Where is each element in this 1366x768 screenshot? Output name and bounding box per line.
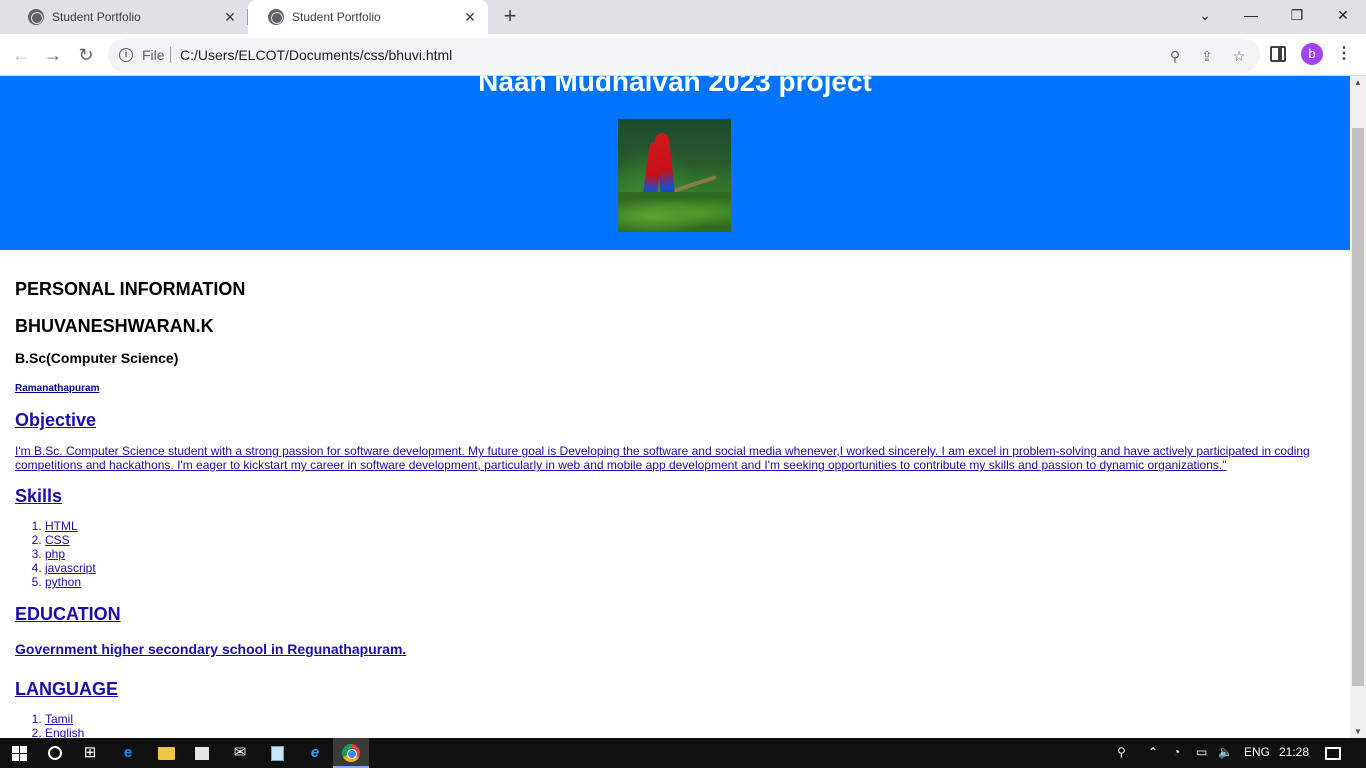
url-text[interactable]: C:/Users/ELCOT/Documents/css/bhuvi.html — [180, 47, 452, 63]
wifi-icon[interactable]: ◔ — [1173, 745, 1180, 759]
folder-icon — [158, 747, 175, 760]
reload-icon[interactable]: ↻ — [73, 42, 99, 68]
people-icon[interactable]: ⚲ — [1117, 745, 1126, 759]
window-close-button[interactable]: ✕ — [1320, 0, 1366, 30]
search-button[interactable] — [43, 741, 67, 765]
list-item[interactable]: HTML — [45, 519, 96, 533]
school-link[interactable]: Government higher secondary school in Re… — [15, 641, 406, 657]
notes-button[interactable] — [265, 741, 289, 765]
scheme-label: File — [142, 47, 165, 63]
input-language[interactable]: ENG — [1244, 745, 1270, 759]
globe-icon — [268, 9, 284, 25]
student-name: BHUVANESHWARAN.K — [15, 316, 214, 336]
start-button[interactable] — [8, 741, 32, 765]
chrome-taskbar-button[interactable] — [333, 738, 369, 768]
tab-search-chevron-icon[interactable]: ⌄ — [1182, 0, 1228, 30]
zoom-icon[interactable]: ⚲ — [1166, 47, 1184, 65]
close-icon[interactable]: ✕ — [222, 9, 238, 25]
language-link[interactable]: English — [45, 726, 84, 738]
skills-heading-link[interactable]: Skills — [15, 486, 62, 507]
search-icon — [48, 746, 62, 760]
chrome-icon — [342, 744, 360, 762]
scroll-down-arrow-icon[interactable]: ▼ — [1354, 727, 1362, 736]
list-item[interactable]: javascript — [45, 561, 96, 575]
share-icon[interactable]: ⇪ — [1198, 47, 1216, 65]
forward-arrow-icon[interactable]: → — [40, 42, 66, 68]
side-panel-icon[interactable] — [1270, 46, 1286, 62]
notes-icon — [271, 746, 284, 761]
hero-banner: Naan Mudhalvan 2023 project — [0, 76, 1350, 250]
battery-icon[interactable]: ▭ — [1196, 745, 1207, 759]
clock[interactable]: 21:28 — [1279, 745, 1309, 759]
mail-icon[interactable]: ✉ — [228, 741, 252, 765]
scroll-up-arrow-icon[interactable]: ▲ — [1354, 78, 1362, 87]
globe-icon — [28, 9, 44, 25]
leaves-shape — [618, 192, 731, 232]
tab-strip: Student Portfolio ✕ Student Portfolio ✕ … — [0, 0, 1366, 34]
list-item[interactable]: python — [45, 575, 96, 589]
list-item[interactable]: Tamil — [45, 712, 84, 726]
list-item[interactable]: php — [45, 547, 96, 561]
browser-toolbar: ← → ↻ i File C:/Users/ELCOT/Documents/cs… — [0, 34, 1366, 76]
bookmark-star-icon[interactable]: ☆ — [1230, 47, 1248, 65]
info-icon[interactable]: i — [119, 48, 133, 62]
personal-info-heading: PERSONAL INFORMATION — [15, 279, 246, 299]
parrots-image — [618, 119, 731, 232]
tab-student-portfolio-2[interactable]: Student Portfolio ✕ — [248, 0, 488, 34]
vertical-scrollbar[interactable]: ▲ ▼ — [1350, 76, 1366, 738]
skill-link[interactable]: javascript — [45, 561, 96, 575]
notification-icon[interactable] — [1325, 747, 1341, 760]
back-arrow-icon[interactable]: ← — [8, 42, 34, 68]
language-heading-link[interactable]: LANGUAGE — [15, 679, 118, 700]
education-heading-link[interactable]: EDUCATION — [15, 604, 121, 625]
language-link[interactable]: Tamil — [45, 712, 73, 726]
close-icon[interactable]: ✕ — [462, 9, 478, 25]
minimize-button[interactable]: — — [1228, 0, 1274, 30]
store-button[interactable] — [190, 741, 214, 765]
windows-taskbar: ⊞ e ✉ e ⚲ ⌃ ◔ ▭ 🔈 ENG 21:28 — [0, 738, 1366, 768]
tab-title: Student Portfolio — [52, 10, 141, 24]
new-tab-button[interactable]: + — [498, 5, 522, 29]
list-item[interactable]: English — [45, 726, 84, 738]
windows-logo-icon — [12, 746, 27, 761]
page-viewport: Naan Mudhalvan 2023 project PERSONAL INF… — [0, 76, 1350, 738]
kebab-menu-icon[interactable]: ⋮ — [1336, 44, 1352, 64]
objective-heading-link[interactable]: Objective — [15, 410, 96, 431]
address-separator — [170, 47, 171, 63]
tab-student-portfolio-1[interactable]: Student Portfolio ✕ — [8, 0, 248, 34]
skill-link[interactable]: php — [45, 547, 65, 561]
degree: B.Sc(Computer Science) — [15, 350, 179, 366]
skill-link[interactable]: CSS — [45, 533, 70, 547]
tab-title: Student Portfolio — [292, 10, 381, 24]
volume-icon[interactable]: 🔈 — [1218, 745, 1233, 759]
skill-link[interactable]: python — [45, 575, 81, 589]
scrollbar-thumb[interactable] — [1352, 128, 1364, 686]
task-view-icon[interactable]: ⊞ — [78, 741, 102, 765]
skill-link[interactable]: HTML — [45, 519, 78, 533]
store-icon — [195, 747, 209, 760]
tray-chevron-icon[interactable]: ⌃ — [1148, 745, 1158, 759]
skills-list: HTML CSS php javascript python — [33, 519, 96, 589]
list-item[interactable]: CSS — [45, 533, 96, 547]
objective-text-link[interactable]: I'm B.Sc. Computer Science student with … — [15, 444, 1325, 472]
profile-avatar[interactable]: b — [1301, 43, 1323, 65]
internet-explorer-icon[interactable]: e — [303, 741, 327, 765]
hero-title: Naan Mudhalvan 2023 project — [478, 76, 872, 97]
restore-button[interactable]: ❐ — [1274, 0, 1320, 30]
edge-icon[interactable]: e — [116, 741, 140, 765]
language-list: Tamil English — [33, 712, 84, 738]
address-bar[interactable]: i File C:/Users/ELCOT/Documents/css/bhuv… — [108, 38, 1260, 72]
place-link[interactable]: Ramanathapuram — [15, 383, 99, 394]
file-explorer-button[interactable] — [154, 741, 178, 765]
